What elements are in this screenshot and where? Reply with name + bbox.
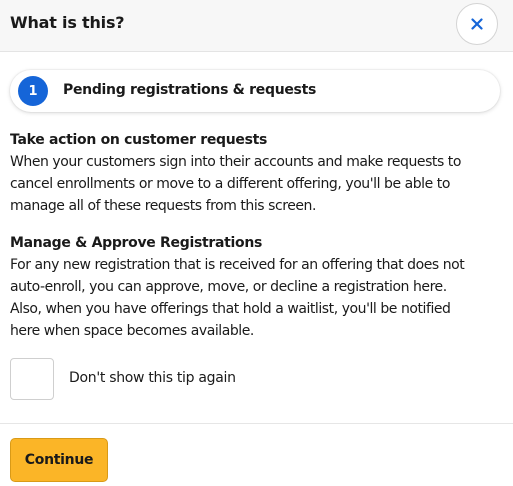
body-line: For any new registration that is receive…	[10, 257, 465, 273]
body-line: here when space becomes available.	[10, 323, 254, 339]
body-line: manage all of these requests from this s…	[10, 198, 316, 214]
dont-show-tip-label[interactable]: Don't show this tip again	[69, 370, 236, 386]
section-heading: Take action on customer requests	[10, 132, 268, 148]
section-body: When your customers sign into their acco…	[10, 151, 500, 217]
continue-button[interactable]: Continue	[10, 438, 108, 482]
body-line: Also, when you have offerings that hold …	[10, 301, 451, 317]
dialog-title: What is this?	[10, 13, 125, 32]
section-heading: Manage & Approve Registrations	[10, 235, 263, 251]
dont-show-tip-checkbox[interactable]	[10, 358, 54, 400]
close-button[interactable]	[456, 3, 498, 45]
section-body: For any new registration that is receive…	[10, 254, 500, 342]
body-line: auto-enroll, you can approve, move, or d…	[10, 279, 447, 295]
dialog-footer: Continue	[0, 423, 513, 486]
tip-dialog: What is this? 1 Pending registrations & …	[0, 0, 513, 486]
body-line: cancel enrollments or move to a differen…	[10, 176, 450, 192]
section-manage-registrations: Manage & Approve Registrations For any n…	[10, 232, 500, 342]
step-number-badge: 1	[18, 76, 48, 106]
dialog-header: What is this?	[0, 0, 513, 52]
body-line: When your customers sign into their acco…	[10, 154, 461, 170]
step-indicator: 1 Pending registrations & requests	[10, 70, 500, 112]
section-customer-requests: Take action on customer requests When yo…	[10, 129, 500, 217]
close-icon	[471, 18, 483, 30]
step-label: Pending registrations & requests	[63, 82, 317, 98]
